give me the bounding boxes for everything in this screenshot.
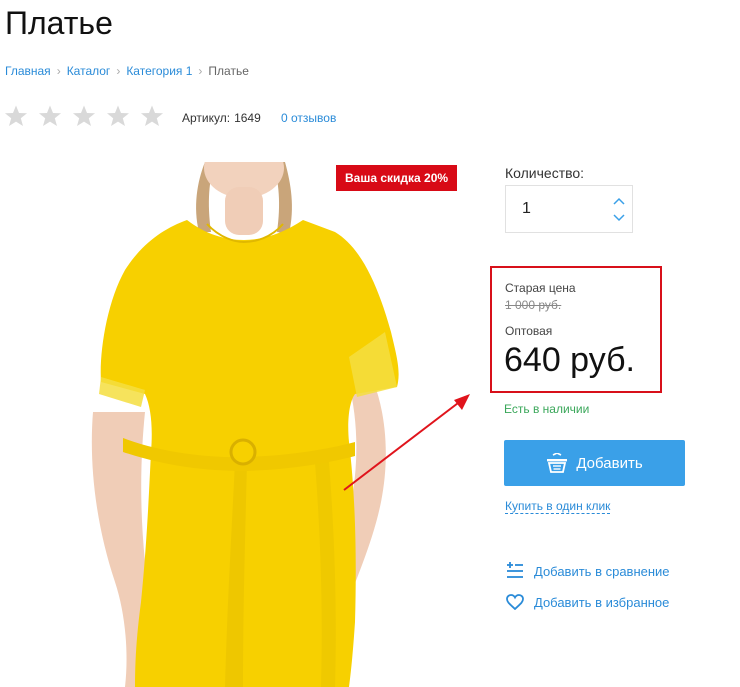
page-title: Платье xyxy=(5,5,113,41)
chevron-down-icon[interactable] xyxy=(612,213,626,223)
breadcrumb: Главная › Каталог › Категория 1 › Платье xyxy=(5,63,249,79)
add-to-compare-link[interactable]: Добавить в сравнение xyxy=(506,562,670,580)
annotation-arrow-icon xyxy=(343,394,470,491)
basket-icon xyxy=(547,453,568,473)
heart-icon xyxy=(506,594,524,610)
breadcrumb-current: Платье xyxy=(208,64,249,78)
article-value: 1649 xyxy=(234,111,261,125)
old-price: 1 000 руб. xyxy=(505,298,562,312)
discount-badge: Ваша скидка 20% xyxy=(336,165,458,191)
breadcrumb-separator-icon: › xyxy=(116,64,121,78)
star-icon[interactable] xyxy=(106,104,130,128)
breadcrumb-category-link[interactable]: Категория 1 xyxy=(126,63,192,79)
stock-status: Есть в наличии xyxy=(504,402,590,416)
add-to-favorites-link[interactable]: Добавить в избранное xyxy=(506,594,669,610)
add-to-favorites-label[interactable]: Добавить в избранное xyxy=(534,595,669,610)
old-price-label: Старая цена xyxy=(505,281,576,295)
reviews-link[interactable]: 0 отзывов xyxy=(281,111,336,125)
article-info: Артикул: 1649 xyxy=(182,111,261,125)
compare-icon xyxy=(507,562,523,578)
add-to-cart-label: Добавить xyxy=(576,454,643,472)
quantity-label: Количество: xyxy=(505,165,585,181)
wholesale-price-label: Оптовая xyxy=(505,324,553,338)
article-label: Артикул: xyxy=(182,111,231,125)
star-icon[interactable] xyxy=(140,104,164,128)
breadcrumb-home-link[interactable]: Главная xyxy=(5,63,51,79)
breadcrumb-separator-icon: › xyxy=(56,64,61,78)
quantity-stepper[interactable]: 1 xyxy=(505,185,633,233)
star-icon[interactable] xyxy=(38,104,62,128)
add-to-compare-label[interactable]: Добавить в сравнение xyxy=(534,564,670,579)
chevron-up-icon[interactable] xyxy=(612,196,626,206)
breadcrumb-separator-icon: › xyxy=(198,64,203,78)
add-to-cart-button[interactable]: Добавить xyxy=(504,440,685,486)
breadcrumb-catalog-link[interactable]: Каталог xyxy=(67,63,111,79)
star-icon[interactable] xyxy=(4,104,28,128)
star-icon[interactable] xyxy=(72,104,96,128)
buy-one-click-link[interactable]: Купить в один клик xyxy=(505,499,611,514)
quantity-value[interactable]: 1 xyxy=(522,200,531,218)
rating-stars[interactable] xyxy=(4,104,164,128)
price: 640 руб. xyxy=(504,341,636,379)
